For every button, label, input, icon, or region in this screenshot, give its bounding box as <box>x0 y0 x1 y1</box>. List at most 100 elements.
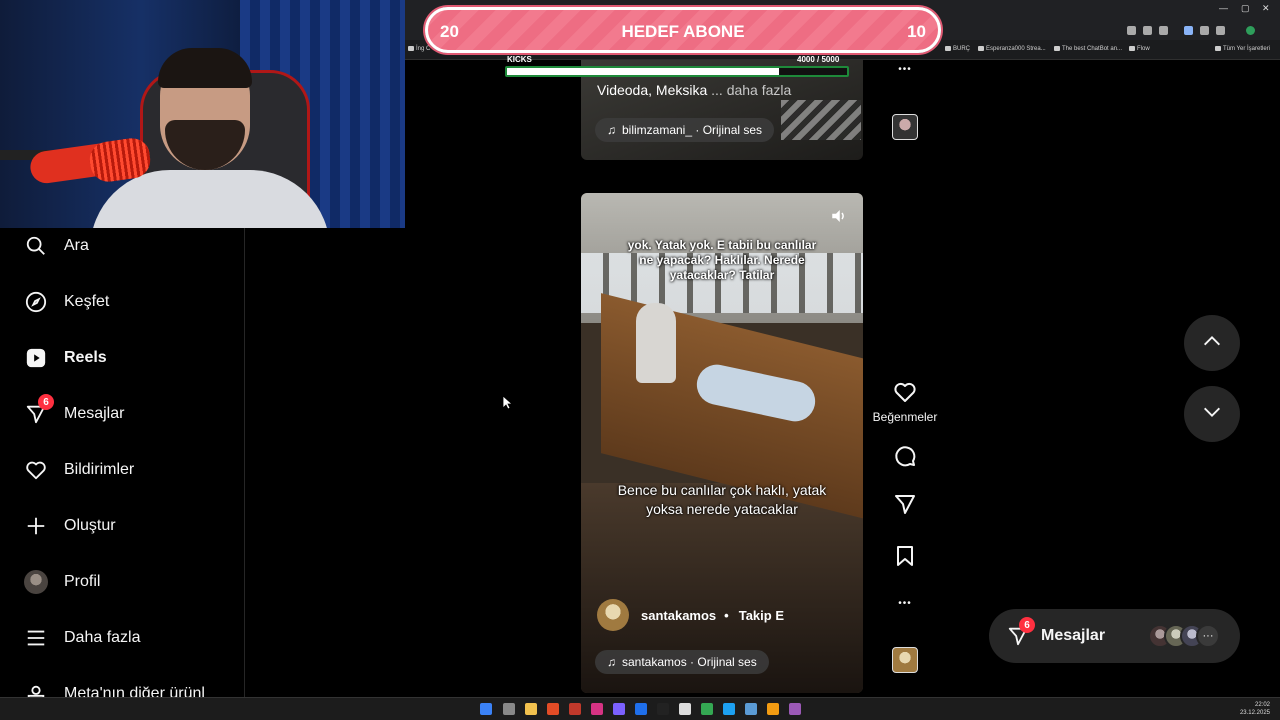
save-button[interactable] <box>873 544 937 571</box>
goal-title: HEDEF ABONE <box>621 22 745 41</box>
more-avatars: ··· <box>1196 624 1220 648</box>
video-caption-bottom: Bence bu canlılar çok haklı, yatak yoksa… <box>617 482 827 517</box>
sidebar-item-notifications[interactable]: Bildirimler <box>24 456 134 484</box>
app-icon[interactable] <box>547 703 559 715</box>
messenger-icon: 6 <box>24 394 54 426</box>
author-name[interactable]: santakamos <box>641 608 716 623</box>
message-avatars: ··· <box>1148 624 1220 648</box>
messages-badge: 6 <box>38 394 54 410</box>
comment-button[interactable] <box>873 444 937 471</box>
minimize-button[interactable]: — <box>1219 3 1228 13</box>
music-note-icon: ♫ <box>607 123 616 137</box>
messenger-icon: 6 <box>1007 617 1035 647</box>
instagram-icon[interactable] <box>591 703 603 715</box>
current-reel-audio[interactable]: ♫ santakamos · Orijinal ses <box>595 650 769 674</box>
messages-pill-badge: 6 <box>1019 617 1035 633</box>
profile-icon[interactable] <box>1246 26 1255 35</box>
bookmark-1[interactable]: İng C <box>408 46 430 52</box>
bookmark-2[interactable]: BURÇ <box>945 46 970 52</box>
app-icon[interactable] <box>613 703 625 715</box>
app-icon[interactable] <box>569 703 581 715</box>
sidebar-item-create[interactable]: Oluştur <box>24 512 116 540</box>
music-note-icon: ♫ <box>607 655 616 669</box>
audio-thumbnail[interactable] <box>892 647 918 673</box>
kicks-label: KICKS <box>507 55 532 64</box>
reel-author[interactable]: santakamos • Takip E <box>597 599 784 631</box>
messages-pill[interactable]: 6 Mesajlar ··· <box>989 609 1240 663</box>
like-label: Beğenmeler <box>872 410 938 424</box>
sidebar-item-more[interactable]: Daha fazla <box>24 624 141 652</box>
zoom-icon[interactable] <box>1127 26 1136 35</box>
maximize-button[interactable]: ▢ <box>1241 3 1250 14</box>
next-reel-button[interactable] <box>1184 386 1240 442</box>
sidebar-item-reels[interactable]: Reels <box>24 344 107 372</box>
follow-button[interactable]: Takip E <box>739 608 784 623</box>
more-link[interactable]: ... daha fazla <box>711 82 791 98</box>
kicks-progress-bar <box>505 66 849 77</box>
meta-icon <box>24 682 48 697</box>
avatar <box>24 570 48 594</box>
app-icon[interactable] <box>679 703 691 715</box>
sidebar-item-search[interactable]: Ara <box>24 232 89 260</box>
compass-icon <box>24 290 48 314</box>
sidebar-item-profile[interactable]: Profil <box>24 568 100 596</box>
bookmark-all[interactable]: Tüm Yer İşaretleri <box>1215 46 1270 52</box>
extension-icon[interactable] <box>1184 26 1193 35</box>
share-button[interactable] <box>873 492 937 519</box>
app-icon[interactable] <box>767 703 779 715</box>
sidebar-item-explore[interactable]: Keşfet <box>24 288 109 316</box>
sidebar-item-meta[interactable]: Meta'nın diğer ürünl <box>24 680 205 697</box>
streamer-hair <box>158 48 252 88</box>
tiktok-icon[interactable] <box>657 703 669 715</box>
bookmark-4[interactable]: The best ChatBot an... <box>1054 46 1122 52</box>
task-view-icon[interactable] <box>503 703 515 715</box>
star-icon[interactable] <box>1159 26 1168 35</box>
messages-pill-label: Mesajlar <box>1041 627 1106 644</box>
heart-icon <box>893 380 917 407</box>
chevron-up-icon <box>1201 330 1223 357</box>
close-window-button[interactable]: ✕ <box>1262 3 1270 14</box>
heart-icon <box>24 458 48 482</box>
app-icon[interactable] <box>789 703 801 715</box>
cast-icon[interactable] <box>1143 26 1152 35</box>
mouse-cursor <box>502 395 514 415</box>
menu-icon <box>24 626 48 650</box>
app-icon[interactable] <box>745 703 757 715</box>
sidebar-item-messages[interactable]: 6 Mesajlar <box>24 394 124 428</box>
start-icon[interactable] <box>480 703 492 715</box>
bookmark-5[interactable]: Flow <box>1129 46 1150 52</box>
folder-icon[interactable] <box>525 703 537 715</box>
author-avatar <box>597 599 629 631</box>
chevron-down-icon <box>1201 401 1223 428</box>
kicks-count: 4000 / 5000 <box>797 55 840 64</box>
previous-audio-thumbnail[interactable] <box>892 114 918 140</box>
volume-icon[interactable] <box>830 207 848 225</box>
reels-icon <box>24 346 48 370</box>
current-reel-video[interactable]: yok. Yatak yok. E tabii bu canlılar ne y… <box>581 193 863 693</box>
extension-icon[interactable] <box>1200 26 1209 35</box>
reel-thumbnail-detail <box>781 100 861 140</box>
subscriber-goal-banner: 20 HEDEF ABONE 10 <box>425 7 941 53</box>
kicks-progress-fill <box>507 68 779 75</box>
goal-target: 10 <box>907 22 926 41</box>
comment-icon <box>893 444 917 471</box>
puzzle-icon[interactable] <box>1216 26 1225 35</box>
previous-reel-audio[interactable]: ♫ bilimzamani_ · Orijinal ses <box>595 118 775 142</box>
bookmark-icon <box>893 544 917 571</box>
plus-icon <box>24 514 48 538</box>
windows-taskbar: 22:02 23.12.2025 <box>0 697 1280 720</box>
chrome-icon[interactable] <box>701 703 713 715</box>
search-icon <box>24 234 48 258</box>
share-icon <box>893 492 917 519</box>
previous-reel-caption: Videoda, Meksika ... daha fazla <box>597 82 792 98</box>
app-icon[interactable] <box>635 703 647 715</box>
more-options-button[interactable]: ••• <box>873 598 937 609</box>
previous-reel-button[interactable] <box>1184 315 1240 371</box>
previous-more-button[interactable]: ••• <box>873 64 937 75</box>
bookmark-3[interactable]: Esperanza000 Strea... <box>978 46 1046 52</box>
system-clock[interactable]: 22:02 23.12.2025 <box>1240 701 1270 717</box>
video-person-sitting <box>636 303 676 383</box>
webcam-feed <box>0 0 405 228</box>
like-button[interactable]: Beğenmeler <box>873 380 937 424</box>
app-icon[interactable] <box>723 703 735 715</box>
